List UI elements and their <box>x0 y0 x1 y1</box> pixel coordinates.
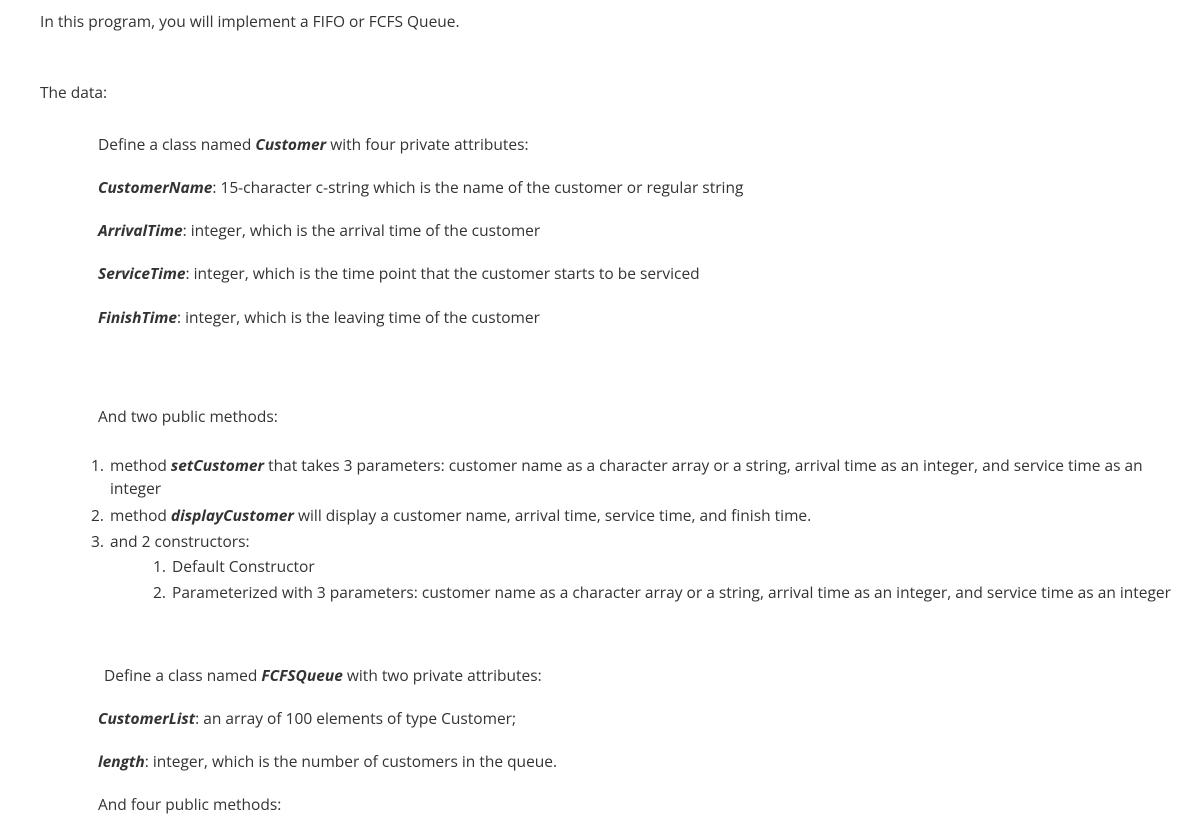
intro-paragraph: In this program, you will implement a FI… <box>40 10 1180 33</box>
customer-class-name: Customer <box>255 133 326 155</box>
attr-desc: : integer, which is the time point that … <box>186 262 700 284</box>
attr-name: ArrivalTime <box>98 219 183 241</box>
constructors-list: Default Constructor Parameterized with 3… <box>150 555 1180 605</box>
attr-service-time: ServiceTime: integer, which is the time … <box>98 262 1180 285</box>
attr-name: CustomerList <box>98 707 195 729</box>
attr-customer-list: CustomerList: an array of 100 elements o… <box>98 707 1180 730</box>
attr-length: length: integer, which is the number of … <box>98 750 1180 773</box>
attr-desc: : 15-character c-string which is the nam… <box>212 176 743 198</box>
attr-arrival-time: ArrivalTime: integer, which is the arriv… <box>98 219 1180 242</box>
two-methods-heading: And two public methods: <box>98 405 1180 428</box>
list-item: Parameterized with 3 parameters: custome… <box>170 581 1180 604</box>
attr-desc: : integer, which is the leaving time of … <box>177 306 540 328</box>
method-name: displayCustomer <box>171 504 294 526</box>
define-customer-line: Define a class named Customer with four … <box>98 133 1180 156</box>
attr-name: CustomerName <box>98 176 212 198</box>
fcfs-class-name: FCFSQueue <box>261 664 342 686</box>
list-item: Default Constructor <box>170 555 1180 578</box>
method-name: setCustomer <box>171 454 264 476</box>
attr-name: length <box>98 750 145 772</box>
text-fragment: with four private attributes: <box>326 133 528 155</box>
attr-name: ServiceTime <box>98 262 186 284</box>
text-fragment: with two private attributes: <box>343 664 542 686</box>
attr-desc: : integer, which is the arrival time of … <box>183 219 541 241</box>
text-fragment: method <box>110 504 171 526</box>
attr-name: FinishTime <box>98 306 177 328</box>
data-heading: The data: <box>40 81 1180 104</box>
attr-desc: : integer, which is the number of custom… <box>145 750 557 772</box>
text-fragment: Define a class named <box>104 664 261 686</box>
text-fragment: and 2 constructors: <box>110 530 250 552</box>
list-item: and 2 constructors: Default Constructor … <box>108 530 1180 605</box>
attr-finish-time: FinishTime: integer, which is the leavin… <box>98 306 1180 329</box>
text-fragment: method <box>110 454 171 476</box>
text-fragment: Define a class named <box>98 133 255 155</box>
attr-desc: : an array of 100 elements of type Custo… <box>195 707 516 729</box>
methods-list: method setCustomer that takes 3 paramete… <box>88 454 1180 605</box>
four-methods-heading: And four public methods: <box>98 793 1180 816</box>
list-item: method displayCustomer will display a cu… <box>108 504 1180 527</box>
define-fcfs-line: Define a class named FCFSQueue with two … <box>104 664 1180 687</box>
list-item: method setCustomer that takes 3 paramete… <box>108 454 1180 501</box>
text-fragment: will display a customer name, arrival ti… <box>294 504 811 526</box>
text-fragment: that takes 3 parameters: customer name a… <box>110 454 1143 499</box>
attr-customer-name: CustomerName: 15-character c-string whic… <box>98 176 1180 199</box>
